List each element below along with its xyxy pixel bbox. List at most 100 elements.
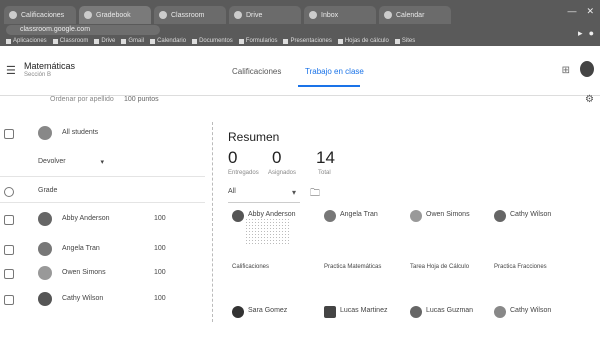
row-checkbox[interactable] (4, 245, 14, 255)
avatar[interactable] (580, 61, 594, 77)
hamburger-menu-icon[interactable]: ☰ (6, 64, 16, 77)
document-thumbnail[interactable] (245, 218, 290, 244)
favicon-icon (159, 11, 167, 19)
favicon-icon (234, 11, 242, 19)
sort-students-select[interactable]: Ordenar por apellido (50, 96, 114, 103)
row-checkbox[interactable] (4, 269, 14, 279)
chevron-down-icon: ▾ (100, 159, 104, 166)
address-bar[interactable]: classroom.google.com (6, 25, 160, 35)
card-name: Lucas Martinez (340, 307, 388, 314)
extension-icon[interactable]: ▸ (578, 28, 583, 39)
tab-indicator (298, 85, 360, 87)
stat-label: Entregados (228, 170, 259, 176)
folder-icon[interactable]: 🗀 (310, 186, 320, 203)
browser-tab[interactable]: Inbox (304, 6, 376, 24)
document-title[interactable]: Tarea Hoja de Cálculo (410, 264, 469, 270)
row-checkbox[interactable] (4, 215, 14, 225)
bookmark-item[interactable]: Aplicaciones (6, 38, 47, 44)
avatar (38, 242, 52, 256)
avatar (494, 306, 506, 318)
minimize-icon[interactable]: — (567, 6, 576, 17)
avatar (38, 266, 52, 280)
bookmark-item[interactable]: Gmail (121, 38, 144, 44)
divider (0, 202, 205, 203)
stat-value: 0 (228, 148, 238, 167)
browser-tab[interactable]: Drive (229, 6, 301, 24)
favicon-icon (9, 11, 17, 19)
table-row[interactable]: Owen Simons 100 (0, 266, 210, 286)
card-name: Angela Tran (340, 211, 378, 218)
grade-section-row: Grade (0, 184, 210, 204)
avatar (324, 306, 336, 318)
gear-icon[interactable]: ⚙ (585, 94, 594, 105)
bookmark-item[interactable]: Classroom (53, 38, 89, 44)
tab-grades[interactable]: Calificaciones (232, 67, 281, 76)
all-students-row: All students (0, 126, 210, 146)
browser-tab[interactable]: Calificaciones (4, 6, 76, 24)
select-all-checkbox[interactable] (4, 129, 14, 139)
bookmark-item[interactable]: Presentaciones (283, 38, 331, 44)
document-title[interactable]: Calificaciones (232, 264, 269, 270)
student-name: Owen Simons (62, 269, 106, 276)
group-icon (38, 126, 52, 140)
avatar (410, 306, 422, 318)
grade-points-select[interactable]: 100 puntos (124, 96, 159, 103)
extensions-area: ▸ ● (578, 28, 594, 39)
bookmark-item[interactable]: Sites (395, 38, 415, 44)
favicon-icon (84, 11, 92, 19)
student-name: Angela Tran (62, 245, 100, 252)
table-row[interactable]: Abby Anderson 100 (0, 212, 210, 232)
bookmark-item[interactable]: Formularios (239, 38, 278, 44)
document-title[interactable]: Practica Matemáticas (324, 264, 381, 270)
radio-button[interactable] (4, 187, 14, 197)
browser-tabstrip: Calificaciones Gradebook Classroom Drive… (0, 0, 600, 24)
profile-icon[interactable]: ● (589, 28, 594, 39)
return-action-select[interactable]: Devolver ▾ (38, 158, 108, 170)
row-label: All students (62, 129, 99, 136)
tab-classwork[interactable]: Trabajo en clase (305, 67, 364, 76)
student-card[interactable]: Lucas Guzman (410, 306, 500, 346)
course-title[interactable]: Matemáticas (24, 61, 75, 71)
table-row[interactable]: Angela Tran 100 (0, 242, 210, 262)
browser-tab-active[interactable]: Gradebook (79, 6, 151, 24)
bookmarks-bar: Aplicaciones Classroom Drive Gmail Calen… (0, 36, 600, 46)
bookmark-item[interactable]: Documentos (192, 38, 233, 44)
filter-select[interactable]: All ▾ (228, 188, 300, 203)
student-card[interactable]: Cathy Wilson (494, 306, 584, 346)
avatar (232, 210, 244, 222)
avatar (494, 210, 506, 222)
student-card[interactable]: Angela Tran (324, 210, 414, 250)
close-icon[interactable]: ✕ (586, 6, 594, 17)
bookmark-item[interactable]: Drive (94, 38, 115, 44)
student-card[interactable]: Lucas Martinez (324, 306, 414, 346)
document-title[interactable]: Practica Fracciones (494, 264, 547, 270)
table-row[interactable]: Cathy Wilson 100 (0, 292, 210, 312)
student-card[interactable]: Cathy Wilson (494, 210, 584, 250)
section-label: Grade (38, 187, 58, 194)
student-card[interactable]: Owen Simons (410, 210, 500, 250)
favicon-icon (384, 11, 392, 19)
student-grade[interactable]: 100 (154, 269, 166, 276)
avatar (38, 292, 52, 306)
student-grade[interactable]: 100 (154, 215, 166, 222)
bookmark-item[interactable]: Calendario (150, 38, 186, 44)
divider (0, 176, 205, 177)
window-controls: — ✕ (567, 6, 594, 17)
avatar (232, 306, 244, 318)
card-name: Lucas Guzman (426, 307, 474, 314)
card-name: Owen Simons (426, 211, 470, 218)
course-subtitle: Sección B (24, 72, 52, 78)
row-checkbox[interactable] (4, 295, 14, 305)
browser-tab[interactable]: Classroom (154, 6, 226, 24)
student-grade[interactable]: 100 (154, 295, 166, 302)
chevron-down-icon: ▾ (291, 188, 296, 197)
student-grade[interactable]: 100 (154, 245, 166, 252)
summary-title: Resumen (228, 130, 280, 144)
bookmark-item[interactable]: Hojas de cálculo (338, 38, 389, 44)
browser-tab[interactable]: Calendar (379, 6, 451, 24)
student-card[interactable]: Sara Gomez (232, 306, 322, 346)
apps-grid-icon[interactable]: ⊞ (562, 65, 570, 76)
student-name: Abby Anderson (62, 215, 110, 222)
browser-chrome: Calificaciones Gradebook Classroom Drive… (0, 0, 600, 46)
address-row: classroom.google.com (0, 24, 600, 36)
